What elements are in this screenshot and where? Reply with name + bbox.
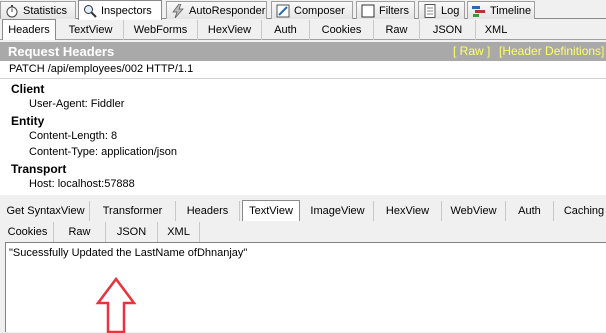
tab-inspectors[interactable]: Inspectors (78, 0, 162, 20)
request-tab-raw[interactable]: Raw (374, 20, 420, 40)
response-tab-webview[interactable]: WebView (442, 201, 506, 221)
main-tab-strip: Statistics Inspectors AutoResponder Comp… (0, 0, 606, 20)
response-tab-auth[interactable]: Auth (506, 201, 554, 221)
response-tab-raw[interactable]: Raw (54, 222, 106, 242)
response-tab-xml[interactable]: XML (158, 222, 200, 242)
response-body-text: "Sucessfully Updated the LastName ofDhna… (9, 247, 248, 259)
tab-composer[interactable]: Composer (271, 1, 353, 19)
document-icon (423, 3, 437, 18)
tab-log[interactable]: Log (418, 1, 465, 19)
tab-composer-label: Composer (294, 4, 345, 17)
tab-statistics[interactable]: Statistics (0, 1, 76, 19)
request-tab-auth[interactable]: Auth (262, 20, 310, 40)
response-tab-caching[interactable]: Caching (554, 201, 606, 221)
tab-log-label: Log (441, 4, 460, 17)
tab-timeline-label: Timeline (490, 4, 532, 17)
response-tab-json[interactable]: JSON (106, 222, 158, 242)
response-tab-hexview[interactable]: HexView (374, 201, 442, 221)
magnifier-icon (83, 4, 97, 18)
tab-autoresponder[interactable]: AutoResponder (166, 1, 267, 19)
group-transport[interactable]: Transport (11, 162, 66, 176)
header-content-length[interactable]: Content-Length: 8 (29, 130, 117, 142)
request-tab-json[interactable]: JSON (420, 20, 476, 40)
request-tab-xml[interactable]: XML (476, 20, 516, 40)
response-tab-bar-row1: Get SyntaxView Transformer Headers TextV… (0, 200, 606, 221)
request-tab-bar: Headers TextView WebForms HexView Auth C… (0, 19, 606, 40)
request-tab-webforms[interactable]: WebForms (124, 20, 198, 40)
pencil-icon (276, 4, 290, 18)
response-tab-textview[interactable]: TextView (242, 200, 300, 221)
header-tree: Client User-Agent: Fiddler Entity Conten… (0, 79, 606, 195)
request-tab-textview[interactable]: TextView (58, 20, 124, 40)
group-entity[interactable]: Entity (11, 114, 44, 128)
group-client[interactable]: Client (11, 82, 44, 96)
request-line: PATCH /api/employees/002 HTTP/1.1 (0, 61, 606, 79)
checkbox-icon (361, 4, 375, 18)
annotation-arrow-up-icon (95, 277, 137, 333)
response-tab-imageview[interactable]: ImageView (302, 201, 374, 221)
tab-filters[interactable]: Filters (356, 1, 415, 19)
tab-statistics-label: Statistics (23, 4, 68, 17)
response-tab-cookies[interactable]: Cookies (2, 222, 54, 242)
header-user-agent[interactable]: User-Agent: Fiddler (29, 98, 124, 110)
request-headers-bar: Request Headers [ Raw ] [Header Definiti… (0, 42, 606, 61)
header-definitions-link[interactable]: [Header Definitions] (499, 44, 604, 58)
request-headers-title: Request Headers (8, 44, 115, 59)
tab-autoresponder-label: AutoResponder (189, 4, 266, 17)
tab-filters-label: Filters (379, 4, 409, 17)
tab-inspectors-label: Inspectors (101, 4, 152, 17)
lightning-icon (171, 3, 185, 18)
header-host[interactable]: Host: localhost:57888 (29, 178, 135, 190)
response-tab-get-syntaxview[interactable]: Get SyntaxView (2, 201, 90, 221)
header-content-type[interactable]: Content-Type: application/json (29, 146, 177, 158)
stopwatch-icon (5, 4, 19, 18)
response-tab-headers[interactable]: Headers (176, 201, 240, 221)
response-tab-transformer[interactable]: Transformer (90, 201, 176, 221)
request-tab-hexview[interactable]: HexView (198, 20, 262, 40)
response-tab-bar-row2: Cookies Raw JSON XML (0, 221, 606, 242)
request-tab-headers[interactable]: Headers (2, 19, 56, 40)
tab-timeline[interactable]: Timeline (467, 1, 535, 19)
request-tab-cookies[interactable]: Cookies (310, 20, 374, 40)
raw-link[interactable]: [ Raw ] (453, 44, 490, 58)
timeline-icon (472, 4, 486, 18)
